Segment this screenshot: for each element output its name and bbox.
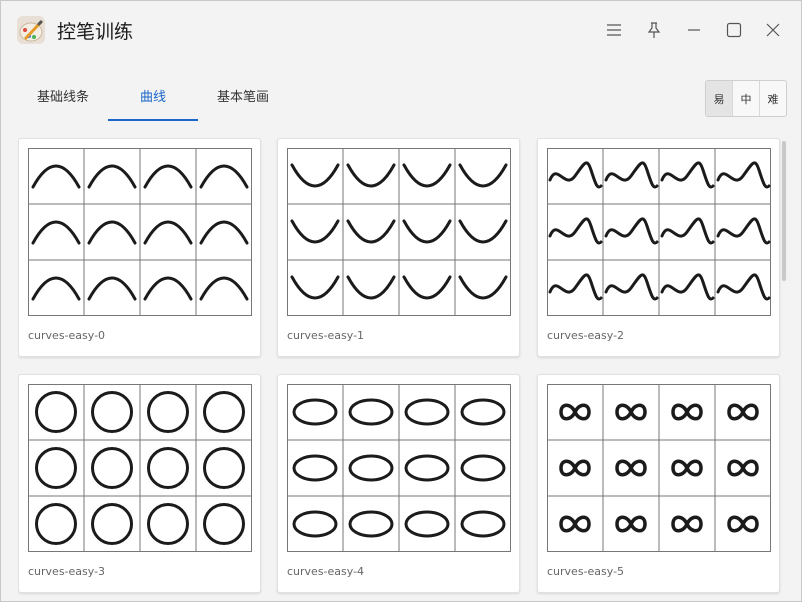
app-window: 控笔训练 基础线条 曲线 基本笔画 易 中 难 curves-easy-0 cur…	[0, 0, 802, 602]
maximize-icon[interactable]	[719, 15, 749, 45]
exercise-card-label: curves-easy-2	[547, 329, 625, 342]
exercise-card-label: curves-easy-0	[28, 329, 106, 342]
scrollbar[interactable]	[782, 141, 786, 281]
exercise-grid: curves-easy-0 curves-easy-1 curves-easy-2 c…	[18, 138, 788, 601]
exercise-card-label: curves-easy-1	[287, 329, 365, 342]
hamburger-menu-icon[interactable]	[599, 15, 629, 45]
exercise-thumbnail	[287, 148, 511, 316]
exercise-thumbnail	[547, 384, 771, 552]
app-icon	[15, 14, 47, 46]
tab-curves[interactable]: 曲线	[108, 83, 198, 121]
exercise-card[interactable]: curves-easy-4	[277, 374, 520, 593]
close-icon[interactable]	[758, 15, 788, 45]
exercise-card[interactable]: curves-easy-3	[18, 374, 261, 593]
exercise-thumbnail	[287, 384, 511, 552]
difficulty-selector: 易 中 难	[705, 80, 787, 117]
difficulty-medium-button[interactable]: 中	[732, 81, 759, 116]
exercise-card[interactable]: curves-easy-0	[18, 138, 261, 357]
exercise-card[interactable]: curves-easy-5	[537, 374, 780, 593]
exercise-card-label: curves-easy-5	[547, 565, 625, 578]
minimize-icon[interactable]	[679, 15, 709, 45]
difficulty-hard-button[interactable]: 难	[759, 81, 786, 116]
difficulty-easy-button[interactable]: 易	[706, 81, 732, 116]
exercise-thumbnail	[28, 384, 252, 552]
active-tab-indicator	[108, 119, 198, 121]
exercise-card[interactable]: curves-easy-2	[537, 138, 780, 357]
exercise-card-label: curves-easy-3	[28, 565, 106, 578]
exercise-card[interactable]: curves-easy-1	[277, 138, 520, 357]
app-title: 控笔训练	[57, 21, 134, 43]
exercise-thumbnail	[547, 148, 771, 316]
title-bar: 控笔训练	[1, 1, 801, 61]
pin-icon[interactable]	[639, 15, 669, 45]
tab-basic-lines[interactable]: 基础线条	[19, 83, 107, 121]
exercise-card-label: curves-easy-4	[287, 565, 365, 578]
tab-basic-strokes[interactable]: 基本笔画	[199, 83, 287, 121]
exercise-thumbnail	[28, 148, 252, 316]
